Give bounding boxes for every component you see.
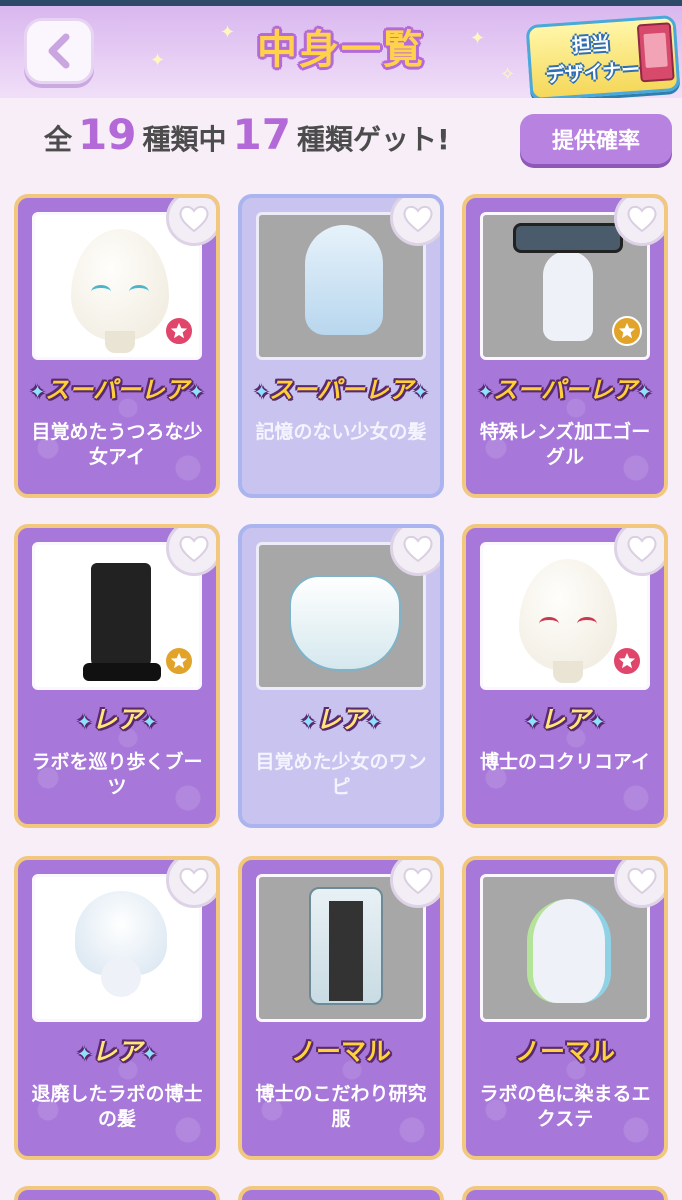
sparkle-icon: ✧ [500,64,516,85]
star-badge [612,316,642,346]
favorite-button[interactable] [614,860,664,908]
item-card[interactable]: ✦スーパーレア✦ 特殊レンズ加工ゴーグル [462,194,668,498]
summary-prefix: 全 [44,123,73,156]
heart-icon [403,535,433,563]
item-card[interactable]: ノーマル ラボの色に染まるエクステ [462,856,668,1160]
item-card[interactable]: ✦レア✦ 博士のコクリコアイ [462,524,668,828]
star-badge [164,316,194,346]
star-icon [170,652,188,669]
item-name: 目覚めた少女のワンピ [255,751,427,798]
rarity-label: ✦スーパーレア✦ [30,376,204,404]
item-name: 記憶のない少女の髪 [255,421,427,443]
rarity-label: ✦スーパーレア✦ [254,376,428,404]
favorite-button[interactable] [390,528,440,576]
item-card[interactable]: ✦レア✦ 退廃したラボの博士の髪 [14,856,220,1160]
rarity-label: ✦レア✦ [76,1037,158,1066]
favorite-button[interactable] [390,198,440,246]
summary-suffix: 種類ゲット! [296,123,450,156]
sparkle-icon: ✦ [150,50,166,71]
item-name: 博士のコクリコアイ [479,751,651,773]
book-icon [636,22,675,83]
item-name: 退廃したラボの博士の髪 [31,1083,203,1130]
rarity-label: ✦スーパーレア✦ [478,376,652,404]
favorite-button[interactable] [166,528,216,576]
rarity-label: ✦レア✦ [300,705,382,734]
summary-mid: 種類中 [142,123,227,156]
heart-icon [627,205,657,233]
back-button[interactable] [24,18,94,84]
item-name: 博士のこだわり研究服 [255,1083,427,1130]
favorite-button[interactable] [166,198,216,246]
summary-owned: 17 [232,110,291,159]
heart-icon [179,867,209,895]
heart-icon [403,205,433,233]
heart-icon [403,867,433,895]
star-badge [612,646,642,676]
heart-icon [179,535,209,563]
item-card-partial[interactable] [238,1186,444,1200]
collection-summary: 全 19 種類中 17 種類ゲット! [44,110,450,166]
designer-button[interactable]: 担当 デザイナー [525,14,681,98]
item-name: ラボを巡り歩くブーツ [31,751,203,798]
star-icon [618,322,636,339]
item-card[interactable]: ✦レア✦ 目覚めた少女のワンピ [238,524,444,828]
heart-icon [627,867,657,895]
heart-icon [627,535,657,563]
item-card-partial[interactable] [462,1186,668,1200]
header: ✦ ✦ ✦ ✧ 中身一覧 担当 デザイナー [0,6,682,98]
item-name: 目覚めたうつろな少女アイ [31,421,203,468]
chevron-left-icon [48,33,70,69]
rarity-label: ✦レア✦ [524,705,606,734]
page-title: 中身一覧 [257,27,425,73]
rarity-label: ノーマル [514,1037,615,1066]
item-name: ラボの色に染まるエクステ [479,1083,651,1130]
item-card-partial[interactable] [14,1186,220,1200]
star-icon [618,652,636,669]
favorite-button[interactable] [166,860,216,908]
star-icon [170,322,188,339]
star-badge [164,646,194,676]
favorite-button[interactable] [390,860,440,908]
item-card[interactable]: ✦レア✦ ラボを巡り歩くブーツ [14,524,220,828]
item-name: 特殊レンズ加工ゴーグル [479,421,651,468]
item-card[interactable]: ✦スーパーレア✦ 目覚めたうつろな少女アイ [14,194,220,498]
heart-icon [179,205,209,233]
favorite-button[interactable] [614,198,664,246]
rarity-label: ノーマル [290,1037,391,1066]
favorite-button[interactable] [614,528,664,576]
rarity-label: ✦レア✦ [76,705,158,734]
item-card[interactable]: ノーマル 博士のこだわり研究服 [238,856,444,1160]
drop-rate-button[interactable]: 提供確率 [520,114,672,164]
item-card[interactable]: ✦スーパーレア✦ 記憶のない少女の髪 [238,194,444,498]
summary-total: 19 [78,110,137,159]
